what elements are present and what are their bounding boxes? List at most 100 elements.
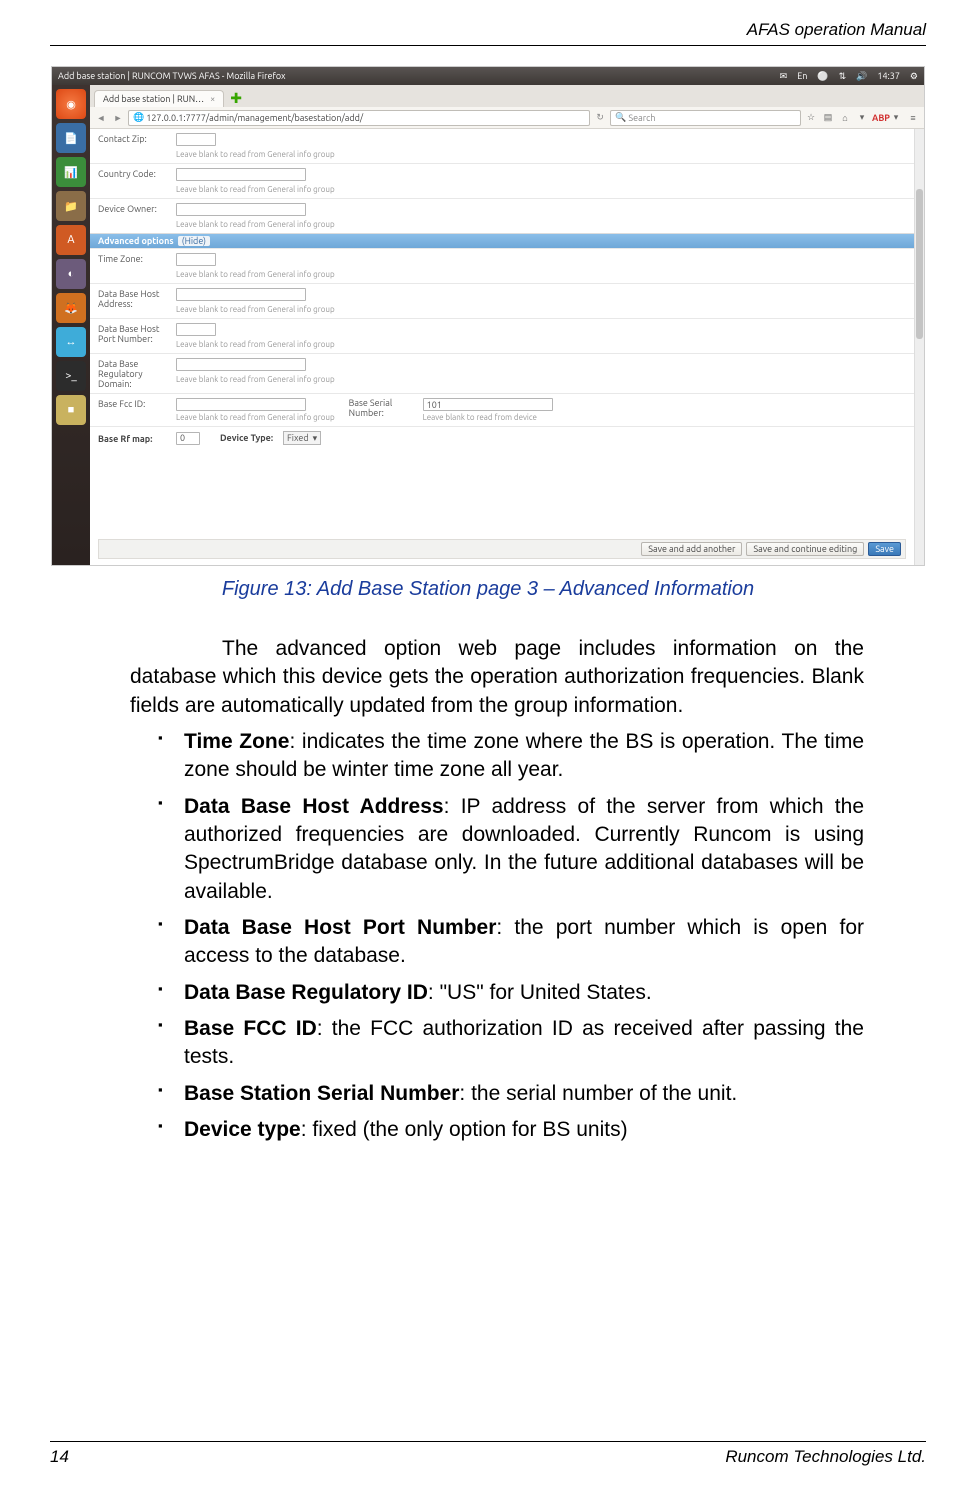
files-icon[interactable]: 📁 (56, 191, 86, 221)
field-hint: Leave blank to read from General info gr… (176, 340, 916, 349)
base-serial-input[interactable]: 101 (423, 398, 553, 411)
eclipse-icon[interactable]: ◐ (56, 259, 86, 289)
field-row: Contact Zip: Leave blank to read from Ge… (90, 129, 924, 163)
time-zone-input[interactable] (176, 253, 216, 266)
page-number: 14 (50, 1447, 69, 1467)
advanced-options-header[interactable]: Advanced options (Hide) (90, 233, 924, 248)
network-icon[interactable]: ⇅ (839, 71, 847, 82)
reload-button[interactable]: ↻ (593, 112, 607, 123)
downloads-icon[interactable]: ▾ (855, 112, 869, 123)
new-tab-button[interactable]: ✚ (224, 90, 248, 107)
url-text: 127.0.0.1:7777/admin/management/basestat… (146, 113, 363, 123)
term: Base Station Serial Number (184, 1082, 459, 1105)
term: Base FCC ID (184, 1017, 317, 1040)
term: Data Base Regulatory ID (184, 981, 428, 1004)
figure-caption: Figure 13: Add Base Station page 3 – Adv… (50, 578, 926, 601)
field-hint: Leave blank to read from device (423, 413, 553, 422)
db-host-port-input[interactable] (176, 323, 216, 336)
field-label: Base Fcc ID: (98, 398, 176, 409)
device-type-value: Fixed (287, 433, 309, 443)
serial-label: Base Serial Number: (349, 398, 409, 418)
field-row: Time Zone: Leave blank to read from Gene… (90, 248, 924, 283)
field-hint: Leave blank to read from General info gr… (176, 270, 916, 279)
field-list: Time Zone: indicates the time zone where… (130, 728, 864, 1144)
clock[interactable]: 14:37 (877, 71, 900, 82)
field-hint: Leave blank to read from General info gr… (176, 150, 916, 159)
home-icon[interactable]: ⌂ (838, 113, 852, 123)
base-fcc-id-input[interactable] (176, 398, 306, 411)
scrollbar-thumb[interactable] (916, 189, 923, 339)
field-row: Data Base Host Address: Leave blank to r… (90, 283, 924, 318)
firefox-icon[interactable]: 🦊 (56, 293, 86, 323)
device-owner-input[interactable] (176, 203, 306, 216)
contact-zip-input[interactable] (176, 133, 216, 146)
search-input[interactable]: 🔍 Search (610, 110, 801, 126)
page-footer: 14 Runcom Technologies Ltd. (50, 1441, 926, 1467)
device-type-select[interactable]: Fixed ▾ (283, 431, 321, 445)
chevron-down-icon[interactable]: ▾ (889, 112, 903, 123)
field-label: Contact Zip: (98, 133, 176, 144)
vertical-scrollbar[interactable] (914, 129, 924, 565)
desc: : fixed (the only option for BS units) (301, 1118, 628, 1141)
save-continue-button[interactable]: Save and continue editing (746, 542, 864, 556)
window-titlebar: Add base station | RUNCOM TVWS AFAS - Mo… (52, 67, 924, 85)
back-button[interactable]: ◄ (94, 113, 108, 123)
terminal-icon[interactable]: >_ (56, 361, 86, 391)
field-row-rf: Base Rf map: 0 Device Type: Fixed ▾ (90, 426, 924, 449)
mail-icon[interactable]: ✉ (780, 71, 788, 82)
country-code-input[interactable] (176, 168, 306, 181)
list-item: Base FCC ID: the FCC authorization ID as… (158, 1015, 864, 1072)
bluetooth-icon[interactable]: ⚪ (817, 71, 828, 82)
field-label: Data Base Host Port Number: (98, 323, 176, 344)
calc-icon[interactable]: 📊 (56, 157, 86, 187)
globe-icon: 🌐 (133, 112, 146, 123)
base-rf-map-input[interactable]: 0 (176, 432, 200, 445)
list-item: Time Zone: indicates the time zone where… (158, 728, 864, 785)
adv-hide-toggle[interactable]: (Hide) (178, 236, 210, 246)
writer-icon[interactable]: 📄 (56, 123, 86, 153)
header-title: AFAS operation Manual (747, 20, 926, 40)
bookmark-star-icon[interactable]: ☆ (804, 112, 818, 123)
browser-tab[interactable]: Add base station | RUN… × (94, 90, 224, 107)
db-host-address-input[interactable] (176, 288, 306, 301)
url-input[interactable]: 🌐 127.0.0.1:7777/admin/management/basest… (128, 110, 590, 126)
footer-company: Runcom Technologies Ltd. (725, 1447, 926, 1467)
chevron-down-icon: ▾ (313, 433, 318, 444)
field-hint: Leave blank to read from General info gr… (176, 185, 916, 194)
sound-icon[interactable]: 🔊 (856, 71, 867, 82)
library-icon[interactable]: ▤ (821, 112, 835, 123)
db-regulatory-domain-input[interactable] (176, 358, 306, 371)
term: Device type (184, 1118, 301, 1141)
field-hint: Leave blank to read from General info gr… (176, 375, 916, 384)
field-label: Country Code: (98, 168, 176, 179)
unity-launcher: ◉ 📄 📊 📁 A ◐ 🦊 ↔ >_ ■ (52, 85, 90, 565)
app-icon[interactable]: ■ (56, 395, 86, 425)
software-icon[interactable]: A (56, 225, 86, 255)
list-item: Base Station Serial Number: the serial n… (158, 1080, 864, 1108)
field-row: Device Owner: Leave blank to read from G… (90, 198, 924, 233)
search-placeholder: Search (628, 113, 655, 123)
menu-icon[interactable]: ≡ (906, 113, 920, 123)
screenshot: Add base station | RUNCOM TVWS AFAS - Mo… (51, 66, 925, 566)
gear-icon[interactable]: ⚙ (910, 71, 918, 82)
tab-close-icon[interactable]: × (210, 94, 215, 104)
dash-icon[interactable]: ◉ (56, 89, 86, 119)
teamviewer-icon[interactable]: ↔ (56, 327, 86, 357)
field-label: Time Zone: (98, 253, 176, 264)
browser-window: Add base station | RUN… × ✚ ◄ ► 🌐 127.0.… (90, 85, 924, 565)
lang-indicator[interactable]: En (797, 71, 807, 82)
field-row: Data Base Host Port Number: Leave blank … (90, 318, 924, 353)
abp-icon[interactable]: ABP (872, 113, 886, 123)
save-button[interactable]: Save (868, 542, 901, 556)
term: Data Base Host Address (184, 795, 444, 818)
field-hint: Leave blank to read from General info gr… (176, 305, 916, 314)
forward-button[interactable]: ► (111, 113, 125, 123)
tab-label: Add base station | RUN… (103, 94, 204, 104)
save-add-another-button[interactable]: Save and add another (641, 542, 742, 556)
term: Time Zone (184, 730, 289, 753)
field-label: Data Base Host Address: (98, 288, 176, 309)
adv-title: Advanced options (98, 236, 174, 246)
device-type-label: Device Type: (220, 433, 273, 443)
form-button-bar: Save and add another Save and continue e… (98, 539, 906, 559)
desc: : the serial number of the unit. (459, 1082, 737, 1105)
